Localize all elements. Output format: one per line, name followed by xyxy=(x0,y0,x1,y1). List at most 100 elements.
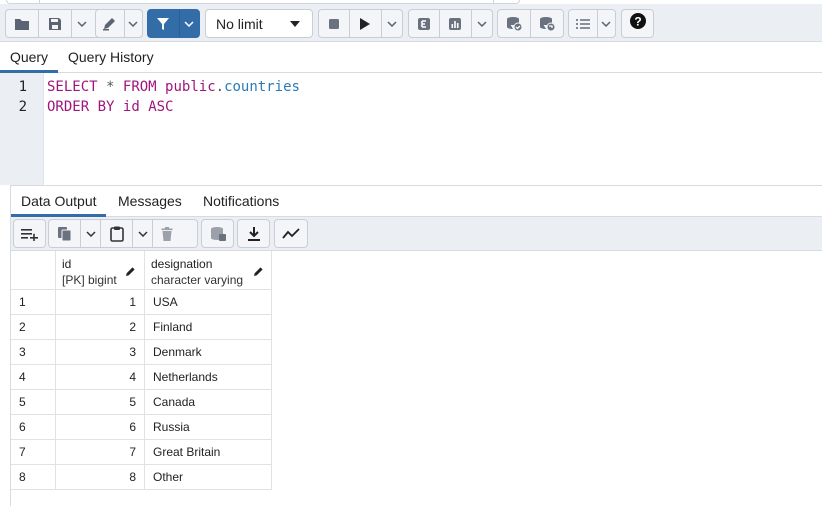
designation-cell[interactable]: Russia xyxy=(145,415,272,440)
copy-options-dropdown[interactable] xyxy=(81,220,101,247)
row-number-cell[interactable]: 4 xyxy=(11,365,56,390)
tab-messages-label: Messages xyxy=(118,193,182,209)
results-panel: Data Output Messages Notifications id [P… xyxy=(10,185,822,506)
edit-button-group xyxy=(95,9,143,38)
id-cell[interactable]: 6 xyxy=(56,415,145,440)
row-number-cell[interactable]: 8 xyxy=(11,465,56,490)
row-number-cell[interactable]: 5 xyxy=(11,390,56,415)
tab-query[interactable]: Query xyxy=(0,42,58,73)
designation-cell[interactable]: Other xyxy=(145,465,272,490)
query-tabs: Query Query History xyxy=(0,42,822,73)
keyword-asc: ASC xyxy=(148,99,174,115)
execute-script-button[interactable] xyxy=(350,10,382,37)
table-name: countries xyxy=(224,79,300,95)
copy-button[interactable] xyxy=(49,220,81,247)
chevron-down-icon xyxy=(477,20,487,27)
tab-query-history[interactable]: Query History xyxy=(68,42,154,72)
row-limit-select[interactable]: No limit xyxy=(205,9,313,38)
open-file-button[interactable] xyxy=(6,10,39,37)
chevron-down-icon xyxy=(128,20,138,27)
row-number-cell[interactable]: 6 xyxy=(11,415,56,440)
row-number-cell[interactable]: 1 xyxy=(11,290,56,315)
line-chart-icon xyxy=(282,227,300,240)
explain-button[interactable] xyxy=(409,10,441,37)
macros-button-group xyxy=(568,9,616,38)
query-toolbar: No limit ? xyxy=(0,4,822,42)
add-row-group xyxy=(13,219,46,248)
tab-notifications[interactable]: Notifications xyxy=(203,186,279,216)
filter-button[interactable] xyxy=(148,10,180,37)
row-number-cell[interactable]: 2 xyxy=(11,315,56,340)
row-number-cell[interactable]: 7 xyxy=(11,440,56,465)
edit-options-dropdown[interactable] xyxy=(125,10,142,37)
edit-button[interactable] xyxy=(96,10,125,37)
designation-cell[interactable]: Finland xyxy=(145,315,272,340)
pencil-icon[interactable] xyxy=(125,264,136,282)
schema-name: public xyxy=(165,79,216,95)
save-options-dropdown[interactable] xyxy=(72,10,92,37)
commit-icon xyxy=(505,16,523,32)
transaction-button-group xyxy=(497,9,564,38)
graph-visualiser-button[interactable] xyxy=(275,220,307,247)
paste-options-dropdown[interactable] xyxy=(133,220,153,247)
explain-options-dropdown[interactable] xyxy=(472,10,493,37)
tab-data-output[interactable]: Data Output xyxy=(11,186,105,217)
row-number-cell[interactable]: 3 xyxy=(11,340,56,365)
id-cell[interactable]: 5 xyxy=(56,390,145,415)
operator-star: * xyxy=(106,79,115,95)
id-cell[interactable]: 3 xyxy=(56,340,145,365)
tab-messages[interactable]: Messages xyxy=(118,186,182,216)
filter-options-dropdown[interactable] xyxy=(180,10,199,37)
keyword-order: ORDER xyxy=(47,99,90,115)
tab-notifications-label: Notifications xyxy=(203,193,280,209)
designation-cell[interactable]: USA xyxy=(145,290,272,315)
graph-group xyxy=(274,219,308,248)
add-row-icon xyxy=(20,227,40,241)
keyword-by: BY xyxy=(97,99,115,115)
help-button[interactable]: ? xyxy=(621,9,654,38)
id-cell[interactable]: 4 xyxy=(56,365,145,390)
id-cell[interactable]: 8 xyxy=(56,465,145,490)
paste-button[interactable] xyxy=(101,220,133,247)
column-name: id xyxy=(62,257,72,271)
row-limit-value: No limit xyxy=(216,15,263,32)
execute-options-dropdown[interactable] xyxy=(382,10,403,37)
keyword-from: FROM xyxy=(122,79,157,95)
designation-cell[interactable]: Canada xyxy=(145,390,272,415)
macros-options-dropdown[interactable] xyxy=(598,10,615,37)
edit-rows-group xyxy=(48,219,198,248)
database-save-icon xyxy=(209,226,227,242)
cancel-query-button[interactable] xyxy=(319,10,351,37)
macros-button[interactable] xyxy=(569,10,598,37)
chevron-down-icon xyxy=(77,20,87,27)
row-number-header xyxy=(11,251,56,290)
rollback-button[interactable] xyxy=(531,10,564,37)
explain-analyze-button[interactable] xyxy=(440,10,472,37)
sql-editor[interactable]: 1 2 SELECT * FROM public.countries ORDER… xyxy=(0,73,822,185)
play-icon xyxy=(359,17,371,31)
column-header-id[interactable]: id [PK] bigint xyxy=(56,251,145,290)
designation-cell[interactable]: Netherlands xyxy=(145,365,272,390)
column-id: id xyxy=(122,99,140,115)
save-data-group xyxy=(201,219,234,248)
explain-analyze-icon xyxy=(448,17,462,31)
chevron-down-icon xyxy=(137,230,148,237)
designation-cell[interactable]: Denmark xyxy=(145,340,272,365)
line-number: 2 xyxy=(18,99,27,115)
pencil-icon[interactable] xyxy=(253,264,264,282)
add-row-button[interactable] xyxy=(14,220,45,247)
id-cell[interactable]: 7 xyxy=(56,440,145,465)
id-cell[interactable]: 1 xyxy=(56,290,145,315)
help-icon: ? xyxy=(629,12,647,35)
delete-row-button[interactable] xyxy=(153,220,181,247)
execute-button-group xyxy=(318,9,403,38)
svg-text:?: ? xyxy=(634,15,641,29)
download-csv-button[interactable] xyxy=(238,220,269,247)
designation-cell[interactable]: Great Britain xyxy=(145,440,272,465)
id-cell[interactable]: 2 xyxy=(56,315,145,340)
save-button[interactable] xyxy=(39,10,72,37)
explain-button-group xyxy=(408,9,493,38)
commit-button[interactable] xyxy=(498,10,531,37)
save-data-changes-button[interactable] xyxy=(202,220,233,247)
column-header-designation[interactable]: designation character varying xyxy=(145,251,272,290)
